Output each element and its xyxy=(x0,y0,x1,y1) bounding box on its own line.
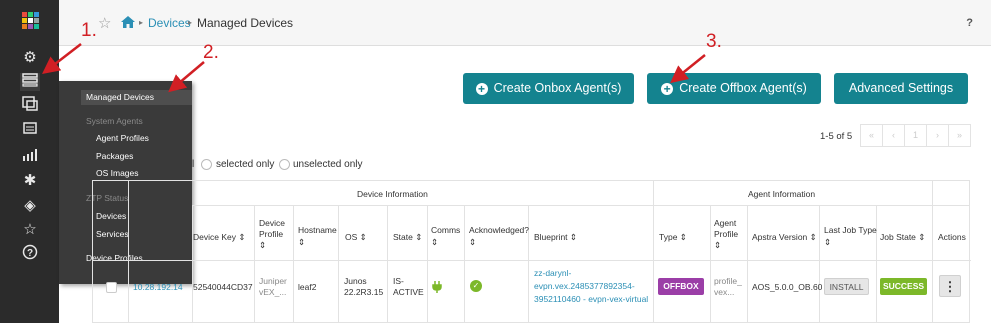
annotation-arrows xyxy=(42,43,706,93)
arrow-1 xyxy=(42,43,82,75)
arrow-2 xyxy=(168,61,205,93)
arrow-3 xyxy=(670,54,706,84)
